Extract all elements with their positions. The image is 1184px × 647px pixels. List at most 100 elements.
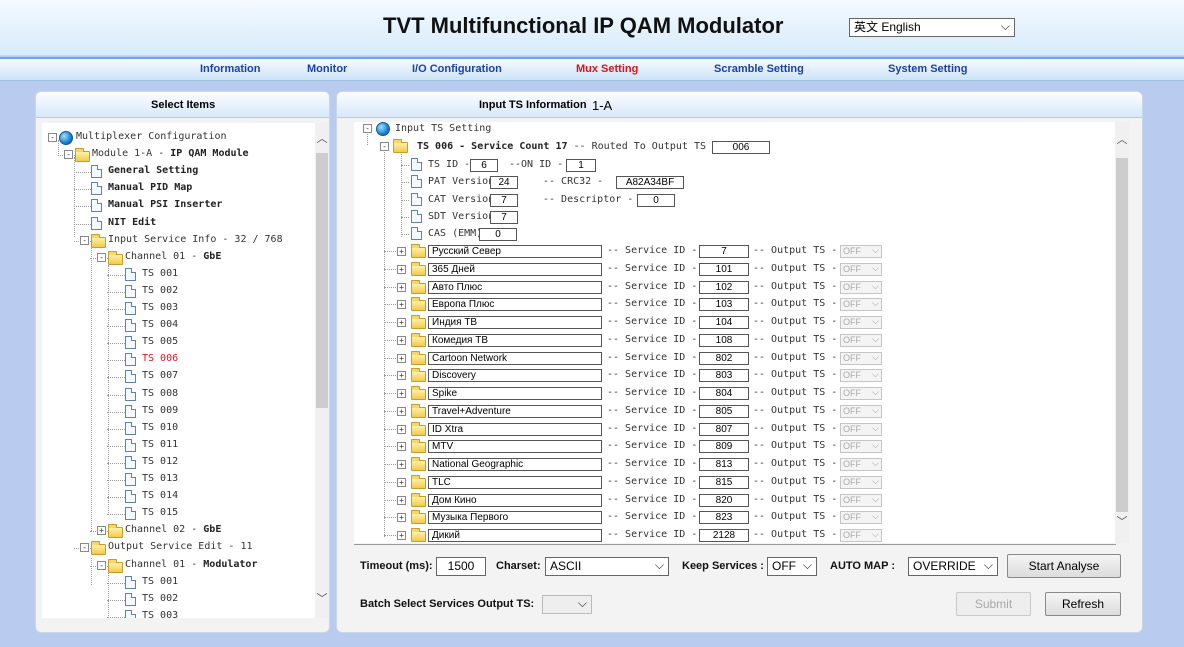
service-name-input[interactable]: Авто Плюс [428, 281, 602, 294]
output-ts-select[interactable]: OFF [840, 245, 882, 258]
output-ts-select[interactable]: OFF [840, 440, 882, 453]
nav-mux-setting[interactable]: Mux Setting [576, 63, 638, 75]
language-select[interactable]: 英文 English [849, 18, 1015, 37]
prop-value-input[interactable]: 7 [490, 193, 518, 207]
right-scrollbar[interactable]: ︿ ﹀ [1115, 122, 1129, 543]
scroll-up-icon[interactable]: ︿ [315, 131, 329, 147]
collapse-icon[interactable]: - [97, 253, 106, 262]
output-ts-select[interactable]: OFF [840, 476, 882, 489]
expand-icon[interactable]: + [397, 478, 406, 487]
tree-item[interactable]: TS 012 [142, 455, 178, 469]
service-id-input[interactable]: 108 [699, 334, 749, 347]
expand-icon[interactable]: + [397, 513, 406, 522]
tree-item[interactable]: Channel 01 - GbE [125, 250, 221, 264]
service-id-input[interactable]: 2128 [699, 529, 749, 542]
output-ts-select[interactable]: OFF [840, 298, 882, 311]
service-name-input[interactable]: TLC [428, 476, 602, 489]
expand-icon[interactable]: + [397, 496, 406, 505]
left-scrollbar[interactable]: ︿ ﹀ [315, 123, 329, 618]
tree-item[interactable]: TS 007 [142, 369, 178, 383]
output-ts-select[interactable]: OFF [840, 387, 882, 400]
service-name-input[interactable]: ID Xtra [428, 423, 602, 436]
expand-icon[interactable]: + [397, 265, 406, 274]
service-name-input[interactable]: Комедия ТВ [428, 334, 602, 347]
service-name-input[interactable]: MTV [428, 440, 602, 453]
service-name-input[interactable]: Cartoon Network [428, 352, 602, 365]
start-analyse-button[interactable]: Start Analyse [1007, 554, 1121, 578]
expand-icon[interactable]: + [397, 460, 406, 469]
collapse-icon[interactable]: - [64, 150, 73, 159]
service-id-input[interactable]: 805 [699, 405, 749, 418]
service-name-input[interactable]: National Geographic [428, 458, 602, 471]
tree-item[interactable]: Multiplexer Configuration [76, 130, 227, 144]
output-ts-select[interactable]: OFF [840, 369, 882, 382]
output-ts-select[interactable]: OFF [840, 458, 882, 471]
expand-icon[interactable]: + [397, 531, 406, 540]
service-name-input[interactable]: Spike [428, 387, 602, 400]
service-name-input[interactable]: Русский Север [428, 245, 602, 258]
output-ts-select[interactable]: OFF [840, 494, 882, 507]
expand-icon[interactable]: + [397, 442, 406, 451]
nav-information[interactable]: Information [200, 63, 261, 75]
service-id-input[interactable]: 815 [699, 476, 749, 489]
service-name-input[interactable]: Музыка Первого [428, 511, 602, 524]
collapse-icon[interactable]: - [363, 124, 372, 133]
service-name-input[interactable]: Discovery [428, 369, 602, 382]
tree-item[interactable]: General Setting [108, 164, 198, 178]
tree-item[interactable]: TS 002 [142, 592, 178, 606]
expand-icon[interactable]: + [397, 336, 406, 345]
tree-item[interactable]: TS 013 [142, 472, 178, 486]
batch-select[interactable] [542, 595, 592, 614]
tree-item[interactable]: TS 003 [142, 301, 178, 315]
nav-scramble-setting[interactable]: Scramble Setting [714, 63, 804, 75]
service-id-input[interactable]: 103 [699, 298, 749, 311]
keep-services-select[interactable]: OFF [767, 557, 817, 576]
output-ts-select[interactable]: OFF [840, 263, 882, 276]
prop-value-input[interactable]: A82A34BF [616, 176, 684, 190]
tree-item[interactable]: TS 014 [142, 489, 178, 503]
expand-icon[interactable]: + [397, 407, 406, 416]
tree-item[interactable]: TS 011 [142, 438, 178, 452]
service-id-input[interactable]: 804 [699, 387, 749, 400]
service-id-input[interactable]: 809 [699, 440, 749, 453]
collapse-icon[interactable]: - [380, 142, 389, 151]
tree-item[interactable]: TS 015 [142, 506, 178, 520]
expand-icon[interactable]: + [397, 354, 406, 363]
scroll-thumb[interactable] [1116, 158, 1128, 512]
tree-item[interactable]: TS 001 [142, 575, 178, 589]
tree-item[interactable]: TS 010 [142, 421, 178, 435]
expand-icon[interactable]: + [397, 389, 406, 398]
tree-item[interactable]: TS 009 [142, 404, 178, 418]
scroll-up-icon[interactable]: ︿ [1115, 132, 1129, 148]
service-id-input[interactable]: 101 [699, 263, 749, 276]
service-name-input[interactable]: 365 Дней [428, 263, 602, 276]
service-name-input[interactable]: Travel+Adventure [428, 405, 602, 418]
tree-item[interactable]: TS 004 [142, 318, 178, 332]
tree-item[interactable]: Channel 01 - Modulator [125, 558, 257, 572]
tree-item[interactable]: Manual PSI Inserter [108, 198, 222, 212]
prop-value-input[interactable]: 0 [479, 228, 517, 242]
service-id-input[interactable]: 104 [699, 316, 749, 329]
scroll-down-icon[interactable]: ﹀ [315, 591, 329, 607]
expand-icon[interactable]: + [97, 526, 106, 535]
tree-item[interactable]: TS 001 [142, 267, 178, 281]
service-name-input[interactable]: Индия ТВ [428, 316, 602, 329]
collapse-icon[interactable]: - [80, 236, 89, 245]
scroll-thumb[interactable] [316, 153, 328, 408]
refresh-button[interactable]: Refresh [1045, 592, 1121, 616]
tree-item[interactable]: TS 006 [142, 352, 178, 366]
output-ts-select[interactable]: OFF [840, 281, 882, 294]
collapse-icon[interactable]: - [48, 133, 57, 142]
output-ts-select[interactable]: OFF [840, 423, 882, 436]
routed-output-ts-input[interactable]: 006 [712, 141, 770, 154]
scroll-down-icon[interactable]: ﹀ [1115, 514, 1129, 530]
prop-value-input[interactable]: 0 [637, 193, 675, 207]
output-ts-select[interactable]: OFF [840, 316, 882, 329]
service-id-input[interactable]: 803 [699, 369, 749, 382]
prop-value-input[interactable]: 7 [490, 210, 518, 224]
expand-icon[interactable]: + [397, 300, 406, 309]
service-id-input[interactable]: 813 [699, 458, 749, 471]
nav-monitor[interactable]: Monitor [307, 63, 347, 75]
expand-icon[interactable]: + [397, 283, 406, 292]
output-ts-select[interactable]: OFF [840, 352, 882, 365]
